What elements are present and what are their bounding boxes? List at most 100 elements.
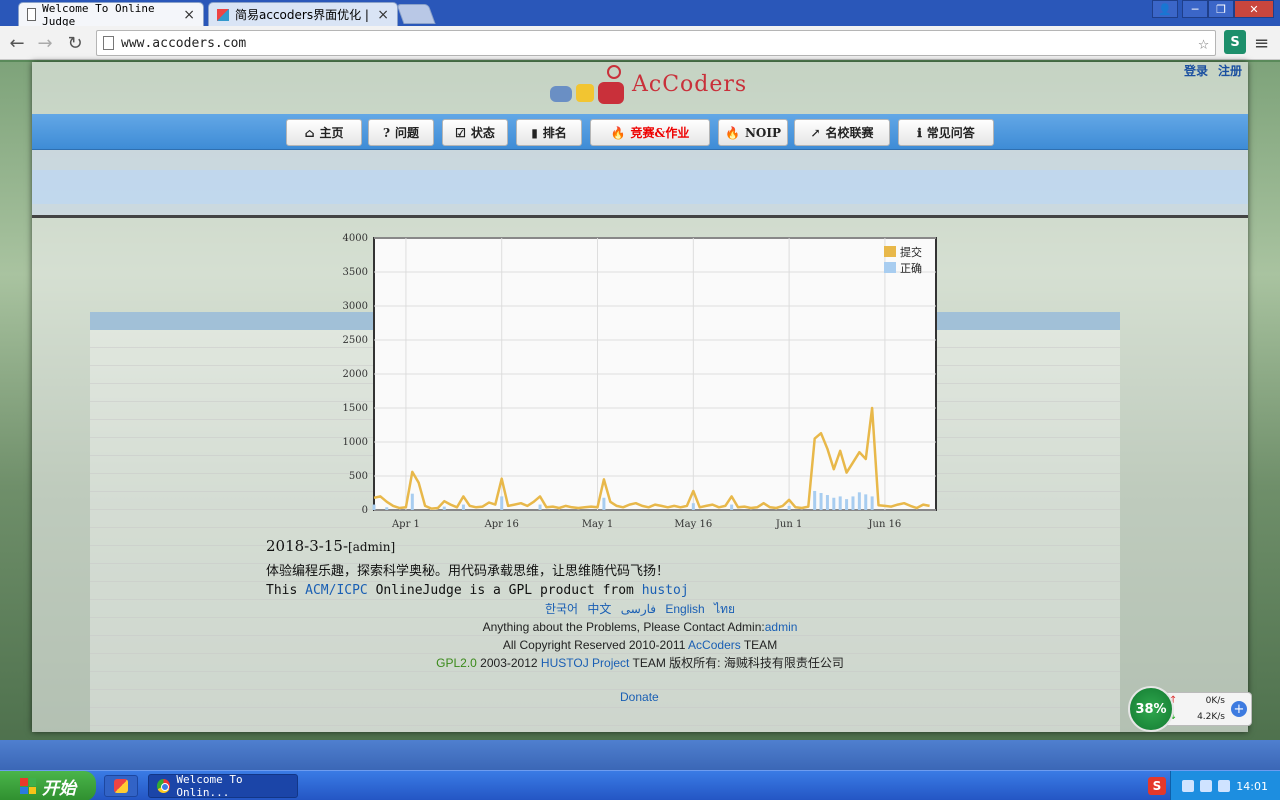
external-icon: ↗	[810, 125, 821, 140]
x-tick-label: Jun 1	[775, 519, 802, 530]
subnav-band	[32, 170, 1248, 204]
network-icon[interactable]	[1200, 780, 1213, 792]
nav-ranking[interactable]: ▮ 排名	[516, 119, 582, 146]
correct-bar	[410, 493, 414, 510]
url-text: www.accoders.com	[121, 35, 247, 51]
gpl-middle: OnlineJudge is a GPL product from	[367, 583, 642, 598]
correct-bar	[461, 504, 465, 510]
x-tick-label: Apr 1	[391, 519, 420, 530]
address-bar[interactable]: www.accoders.com ☆	[96, 30, 1216, 56]
menu-icon[interactable]: ≡	[1254, 33, 1269, 54]
site-logo[interactable]: AcCoders	[548, 62, 747, 106]
favicon-icon	[217, 8, 229, 21]
correct-bar	[819, 493, 823, 510]
donate-link[interactable]: Donate	[620, 690, 659, 704]
quicklaunch-icon[interactable]	[104, 775, 138, 797]
y-tick-label: 4000	[343, 233, 368, 244]
new-tab-button[interactable]	[396, 4, 436, 24]
correct-bar	[442, 506, 446, 510]
tab-welcome[interactable]: Welcome To Online Judge ×	[18, 2, 204, 28]
lang-fa[interactable]: فارسی	[621, 602, 656, 616]
chart-svg: 0 500 1000 1500 2000 2500 3000 3500 4000 Apr 1 Apr…	[343, 233, 937, 530]
correct-bar	[838, 496, 842, 510]
gpl-line: This ACM/ICPC OnlineJudge is a GPL produ…	[266, 583, 689, 598]
legend-swatch-correct	[884, 262, 896, 273]
correct-bar	[602, 497, 606, 510]
question-icon: ?	[382, 125, 390, 140]
user-icon[interactable]: 👤	[1152, 0, 1178, 18]
tab-title: 简易accoders界面优化 |	[235, 8, 369, 22]
correct-bar	[385, 507, 389, 510]
nav-label: 名校联赛	[825, 126, 874, 140]
correct-bar	[730, 504, 734, 510]
language-links: 한국어 中文 فارسی English ไทย	[32, 600, 1248, 618]
register-link[interactable]: 注册	[1218, 62, 1242, 79]
extension-icon[interactable]: S	[1224, 30, 1246, 54]
bookmark-star-icon[interactable]: ☆	[1198, 33, 1209, 54]
tray-icon[interactable]	[1182, 780, 1195, 792]
nav-contests[interactable]: 🔥 竞赛&作业	[590, 119, 710, 146]
copyright-suffix: TEAM	[740, 638, 778, 652]
legend-swatch-submit	[884, 246, 896, 257]
news-block: 2018-3-15-[admin] 体验编程乐趣，探索科学奥秘。用代码承载思维，…	[266, 537, 689, 598]
gpl-owner: TEAM 版权所有: 海贼科技有限责任公司	[629, 656, 844, 670]
nav-problems[interactable]: ? 问题	[368, 119, 434, 146]
browser-toolbar: ← → ↻ www.accoders.com ☆ S ≡	[0, 26, 1280, 60]
plus-icon[interactable]: +	[1231, 701, 1247, 717]
nav-league[interactable]: ↗ 名校联赛	[794, 119, 890, 146]
nav-home[interactable]: ⌂ 主页	[286, 119, 362, 146]
sogou-ime-icon[interactable]: S	[1148, 777, 1166, 795]
logo-icon	[548, 62, 628, 106]
tab-accoders-ui[interactable]: 简易accoders界面优化 | ×	[208, 2, 398, 26]
hustoj-link[interactable]: hustoj	[642, 583, 689, 598]
acm-icpc-link[interactable]: ACM/ICPC	[305, 583, 368, 598]
volume-icon[interactable]	[1218, 780, 1231, 792]
nav-label: NOIP	[744, 125, 781, 140]
correct-bar	[691, 503, 695, 510]
start-button[interactable]: 开始	[0, 771, 96, 800]
login-link[interactable]: 登录	[1184, 62, 1208, 79]
close-icon[interactable]: ×	[377, 7, 389, 23]
close-window-button[interactable]: ✕	[1234, 0, 1274, 18]
info-icon: ℹ	[917, 125, 922, 140]
nav-faq[interactable]: ℹ 常见问答	[898, 119, 994, 146]
minimize-button[interactable]: ─	[1182, 0, 1208, 18]
gpl-footer-line: GPL2.0 2003-2012 HUSTOJ Project TEAM 版权所…	[32, 654, 1248, 672]
nav-noip[interactable]: 🔥 NOIP	[718, 119, 788, 146]
correct-bar	[845, 499, 849, 510]
correct-bar	[538, 504, 542, 510]
lang-zh[interactable]: 中文	[587, 602, 611, 616]
correct-bar	[870, 496, 874, 510]
taskbar-chrome-item[interactable]: Welcome To Onlin...	[148, 773, 298, 799]
gpl-link[interactable]: GPL2.0	[436, 656, 477, 670]
network-speed-widget[interactable]: ↑ ↓ 0K/s 4.2K/s + 38%	[1128, 686, 1252, 732]
browser-tab-bar: Welcome To Online Judge × 简易accoders界面优化…	[0, 0, 1280, 28]
system-tray: 14:01	[1170, 771, 1280, 800]
hustoj-project-link[interactable]: HUSTOJ Project	[541, 656, 629, 670]
correct-bar	[500, 496, 504, 510]
forward-icon[interactable]: →	[34, 32, 56, 54]
submission-chart: 0 500 1000 1500 2000 2500 3000 3500 4000 Apr 1 Apr…	[338, 233, 938, 533]
accoders-link[interactable]: AcCoders	[688, 638, 741, 652]
copyright-line: All Copyright Reserved 2010-2011 AcCoder…	[32, 636, 1248, 654]
y-tick-label: 500	[349, 471, 368, 482]
lang-en[interactable]: English	[665, 602, 704, 616]
legend-label-submit: 提交	[900, 245, 922, 259]
y-tick-label: 1000	[343, 437, 368, 448]
task-title: Welcome To Onlin...	[176, 773, 243, 799]
y-tick-label: 2000	[343, 369, 368, 380]
nav-status[interactable]: ☑ 状态	[442, 119, 508, 146]
admin-link[interactable]: admin	[765, 620, 798, 634]
nav-label: 常见问答	[926, 126, 975, 140]
correct-bar	[864, 494, 868, 510]
back-icon[interactable]: ←	[6, 32, 28, 54]
page-icon	[103, 36, 114, 50]
main-navbar: ⌂ 主页 ? 问题 ☑ 状态 ▮ 排名 🔥 竞赛&作业 🔥 NOIP ↗ 名校联…	[32, 114, 1248, 150]
close-icon[interactable]: ×	[183, 7, 195, 23]
lang-ko[interactable]: 한국어	[545, 602, 578, 616]
maximize-button[interactable]: ❐	[1208, 0, 1234, 18]
lang-th[interactable]: ไทย	[714, 602, 735, 616]
nav-label: 主页	[319, 126, 344, 140]
reload-icon[interactable]: ↻	[64, 32, 86, 54]
home-icon: ⌂	[304, 125, 315, 140]
